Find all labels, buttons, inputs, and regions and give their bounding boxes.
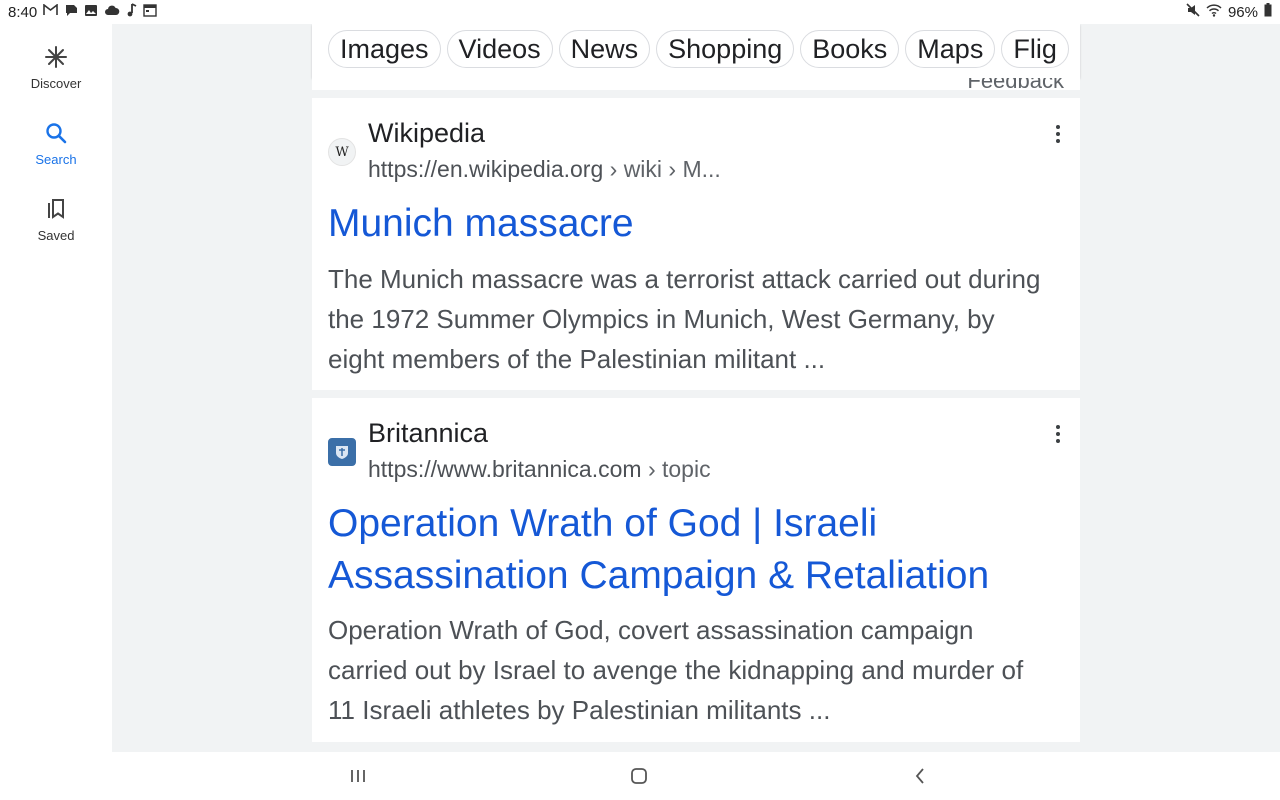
image-icon xyxy=(84,4,98,21)
rail-item-saved[interactable]: Saved xyxy=(0,192,112,262)
tab-videos[interactable]: Videos xyxy=(446,30,553,68)
home-button[interactable] xyxy=(619,764,659,788)
wikipedia-favicon-icon: W xyxy=(328,138,356,166)
rail-label-search: Search xyxy=(35,152,77,167)
back-icon xyxy=(915,768,924,784)
home-icon xyxy=(631,768,647,784)
tab-news[interactable]: News xyxy=(558,30,651,68)
feedback-strip: Feedback xyxy=(312,78,1080,90)
tab-flights[interactable]: Flig xyxy=(1001,30,1069,68)
result-url-domain: https://en.wikipedia.org xyxy=(368,156,604,182)
system-navigation-bar xyxy=(0,752,1280,800)
result-title-link[interactable]: Operation Wrath of God | Israeli Assassi… xyxy=(328,498,1064,602)
rail-label-discover: Discover xyxy=(30,76,82,91)
recent-apps-icon xyxy=(351,770,365,782)
result-snippet: The Munich massacre was a terrorist atta… xyxy=(328,264,1041,374)
search-result-card: W Wikipedia https://en.wikipedia.org › w… xyxy=(312,98,1080,390)
more-options-button[interactable] xyxy=(1048,120,1068,148)
result-site-name[interactable]: Wikipedia xyxy=(368,118,485,149)
status-time: 8:40 xyxy=(8,3,38,21)
mute-icon xyxy=(1186,3,1200,21)
wifi-icon xyxy=(1206,3,1222,21)
britannica-favicon-icon xyxy=(328,438,356,466)
tab-shopping[interactable]: Shopping xyxy=(656,30,795,68)
asterisk-icon xyxy=(44,40,68,74)
result-url[interactable]: https://www.britannica.com › topic xyxy=(368,456,711,483)
rail-label-saved: Saved xyxy=(37,228,75,243)
search-tabs-bar: Images Videos News Shopping Books Maps F… xyxy=(312,24,1080,78)
result-title-link[interactable]: Munich massacre xyxy=(328,198,1064,250)
battery-icon xyxy=(1264,3,1272,21)
tab-books[interactable]: Books xyxy=(800,30,900,68)
cloud-icon xyxy=(104,4,120,20)
result-url-breadcrumb: › topic xyxy=(641,456,711,482)
gmail-icon xyxy=(43,3,59,20)
result-url[interactable]: https://en.wikipedia.org › wiki › M... xyxy=(368,156,721,183)
search-result-card: Britannica https://www.britannica.com › … xyxy=(312,398,1080,742)
tab-maps[interactable]: Maps xyxy=(905,30,996,68)
recent-apps-button[interactable] xyxy=(338,764,378,788)
result-url-domain: https://www.britannica.com xyxy=(368,456,642,482)
bookmarks-icon xyxy=(46,192,66,226)
result-site-name[interactable]: Britannica xyxy=(368,418,488,449)
music-icon xyxy=(126,3,137,21)
navigation-rail: Discover Search Saved xyxy=(0,24,112,752)
rail-item-discover[interactable]: Discover xyxy=(0,40,112,110)
search-icon xyxy=(45,116,67,150)
status-bar: 8:40 96% xyxy=(0,0,1280,24)
calendar-icon xyxy=(143,3,157,21)
rail-item-search[interactable]: Search xyxy=(0,116,112,186)
tab-images[interactable]: Images xyxy=(328,30,441,68)
search-results-area[interactable]: Images Videos News Shopping Books Maps F… xyxy=(112,24,1280,752)
feedback-link[interactable]: Feedback xyxy=(967,78,1064,90)
notification-icon xyxy=(64,4,78,21)
result-snippet: Operation Wrath of God, covert assassina… xyxy=(328,615,1024,725)
back-button[interactable] xyxy=(900,764,940,788)
more-options-button[interactable] xyxy=(1048,420,1068,448)
result-url-breadcrumb: › wiki › M... xyxy=(603,156,721,182)
battery-percent: 96% xyxy=(1227,3,1258,21)
